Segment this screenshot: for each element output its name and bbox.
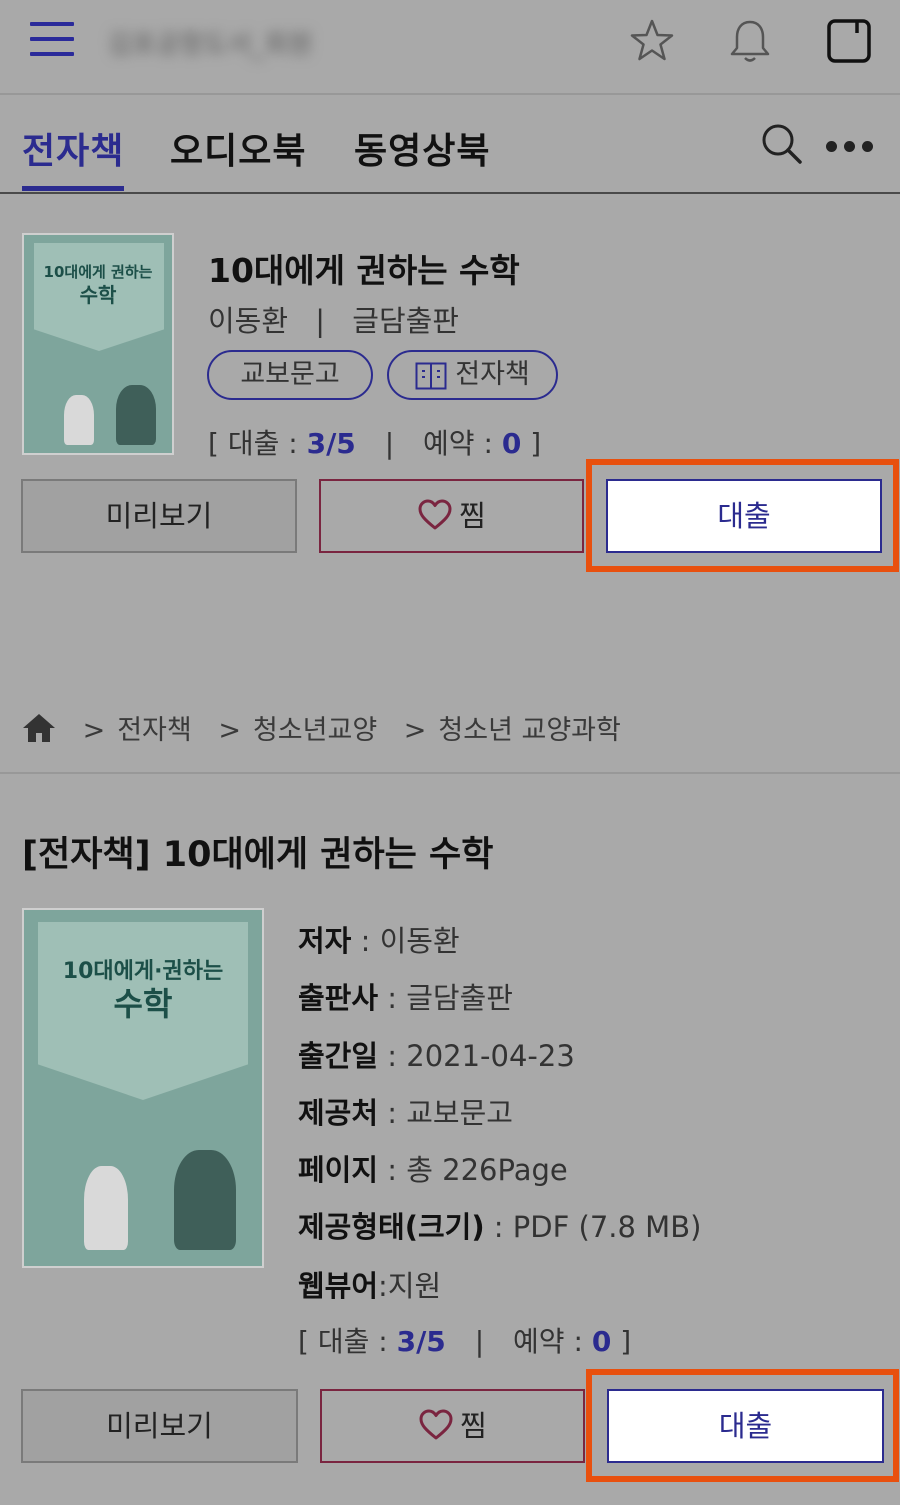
detail-value: : 이동환 — [351, 924, 460, 958]
detail-row-web-viewer: 웹뷰어:지원 — [298, 1263, 441, 1305]
panel-icon[interactable] — [826, 16, 874, 66]
detail-label: 웹뷰어 — [298, 1269, 379, 1303]
author-publisher-separator: | — [315, 304, 326, 338]
detail-value: : 총 226Page — [378, 1153, 568, 1187]
detail-label: 페이지 — [298, 1153, 379, 1187]
close-bracket: ] — [611, 1325, 632, 1358]
hamburger-menu-icon[interactable] — [30, 22, 74, 58]
detail-title: [전자책] 10대에게 권하는 수학 — [22, 835, 494, 875]
count-separator: | — [384, 427, 395, 460]
wish-label: 찜 — [460, 1409, 487, 1443]
loan-count: 3/5 — [306, 427, 356, 460]
detail-row-format-size: 제공형태(크기) : PDF (7.8 MB) — [298, 1204, 701, 1246]
blurred-user-title: 김포공항도서_회원 — [108, 30, 313, 60]
breadcrumb: > 전자책 > 청소년교양 > 청소년 교양과학 — [22, 708, 621, 747]
home-icon[interactable] — [22, 712, 56, 744]
book-cover-small[interactable]: 10대에게 권하는 수학 — [22, 233, 174, 455]
breadcrumb-separator: > — [403, 715, 427, 746]
breadcrumb-item-youth-culture[interactable]: 청소년교양 — [253, 715, 377, 746]
detail-label: 저자 — [298, 924, 352, 958]
cover-title-line1: 10대에게 권하는 — [43, 263, 153, 281]
detail-wish-button[interactable]: 찜 — [320, 1389, 585, 1463]
detail-label: 제공처 — [298, 1096, 379, 1130]
highlight-box — [586, 459, 899, 572]
detail-row-provider: 제공처 : 교보문고 — [298, 1090, 513, 1132]
format-tag: 전자책 — [387, 350, 558, 400]
detail-row-publisher: 출판사 : 글담출판 — [298, 975, 513, 1017]
detail-value: : 교보문고 — [378, 1096, 513, 1130]
detail-row-pub-date: 출간일 : 2021-04-23 — [298, 1033, 575, 1075]
breadcrumb-item-youth-science[interactable]: 청소년 교양과학 — [438, 715, 620, 746]
count-separator: | — [474, 1325, 485, 1358]
search-icon[interactable] — [760, 122, 804, 166]
cover-title-line2: 수학 — [113, 985, 173, 1023]
loan-reserve-count: [ 대출 : 3/5 | 예약 : 0 ] — [208, 422, 541, 462]
tab-ebook[interactable]: 전자책 — [22, 122, 124, 174]
loan-count: 3/5 — [396, 1325, 446, 1358]
wish-label: 찜 — [459, 499, 486, 533]
loan-label: [ 대출 : — [208, 427, 307, 460]
breadcrumb-item-ebook[interactable]: 전자책 — [117, 715, 192, 746]
detail-value: : 2021-04-23 — [378, 1039, 575, 1073]
heart-icon — [418, 499, 452, 530]
book-title[interactable]: 10대에게 권하는 수학 — [208, 244, 520, 292]
reserve-count: 0 — [501, 427, 522, 460]
author: 이동환 — [208, 304, 289, 338]
detail-label: 출판사 — [298, 981, 379, 1015]
bell-icon[interactable] — [726, 16, 774, 66]
detail-row-pages: 페이지 : 총 226Page — [298, 1147, 568, 1189]
divider — [0, 772, 900, 774]
detail-label: 출간일 — [298, 1039, 379, 1073]
detail-loan-reserve-count: [ 대출 : 3/5 | 예약 : 0 ] — [298, 1320, 631, 1360]
breadcrumb-separator: > — [82, 715, 106, 746]
top-bar: 김포공항도서_회원 — [0, 0, 900, 95]
reserve-label: 예약 : — [513, 1325, 592, 1358]
breadcrumb-separator: > — [218, 715, 241, 746]
detail-row-author: 저자 : 이동환 — [298, 918, 460, 960]
tab-audiobook[interactable]: 오디오북 — [170, 122, 306, 174]
format-tag-label: 전자책 — [455, 359, 530, 390]
cover-title-line2: 수학 — [79, 283, 117, 307]
detail-value: : PDF (7.8 MB) — [484, 1210, 702, 1244]
provider-tag: 교보문고 — [207, 350, 373, 400]
detail-preview-button[interactable]: 미리보기 — [21, 1389, 298, 1463]
loan-label: [ 대출 : — [298, 1325, 397, 1358]
author-publisher: 이동환 | 글담출판 — [208, 298, 459, 340]
detail-value: :지원 — [378, 1269, 442, 1303]
more-options-icon[interactable] — [826, 137, 882, 152]
tab-videobook[interactable]: 동영상북 — [354, 122, 490, 174]
heart-icon — [419, 1409, 453, 1440]
publisher: 글담출판 — [352, 304, 459, 338]
detail-label: 제공형태(크기) — [298, 1210, 485, 1244]
detail-value: : 글담출판 — [378, 981, 513, 1015]
book-icon — [415, 362, 447, 389]
close-bracket: ] — [521, 427, 542, 460]
reserve-count: 0 — [591, 1325, 612, 1358]
wish-button[interactable]: 찜 — [319, 479, 584, 553]
reserve-label: 예약 : — [423, 427, 502, 460]
star-icon[interactable] — [628, 16, 676, 66]
cover-title-line1: 10대에게·권하는 — [62, 959, 224, 984]
preview-button[interactable]: 미리보기 — [21, 479, 297, 553]
highlight-box — [586, 1369, 899, 1482]
book-cover-large: 10대에게·권하는 수학 — [22, 908, 264, 1268]
active-tab-indicator — [22, 186, 124, 191]
